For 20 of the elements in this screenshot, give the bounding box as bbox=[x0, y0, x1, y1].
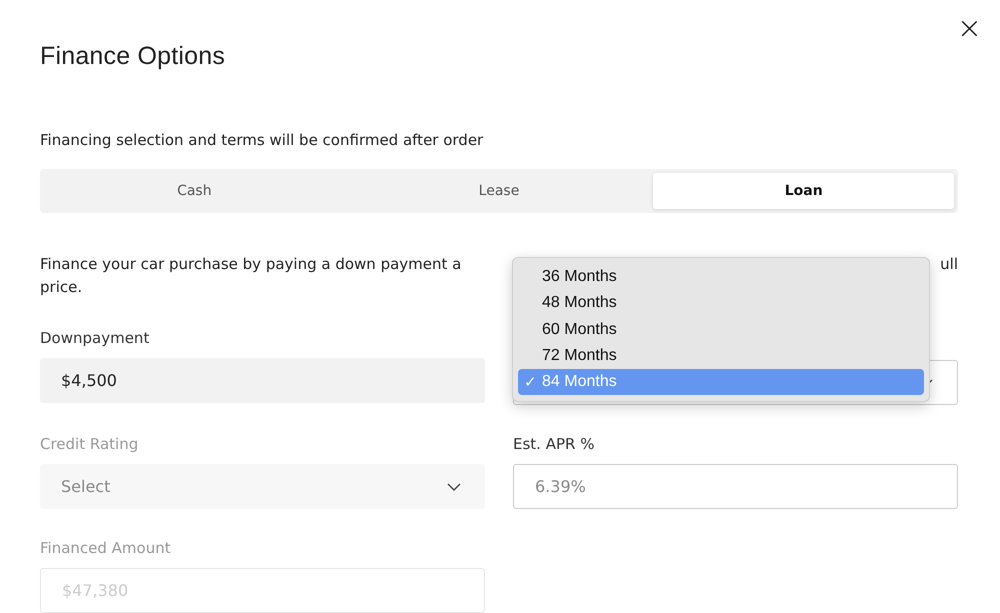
input-field[interactable]: 6.39% bbox=[513, 464, 958, 509]
menu-option[interactable]: 60 Months bbox=[518, 316, 924, 343]
description-text: price. bbox=[40, 278, 82, 296]
close-button[interactable]: × bbox=[954, 14, 984, 44]
dialog-title: Finance Options bbox=[40, 41, 226, 71]
notice-text: Financing selection and terms will be confirmed after order bbox=[40, 131, 484, 149]
menu-option[interactable]: 48 Months bbox=[518, 290, 924, 317]
description-text: ull bbox=[940, 254, 958, 275]
tab[interactable]: Cash bbox=[44, 173, 345, 209]
menu-option[interactable]: 72 Months bbox=[518, 342, 924, 370]
field-label: Downpayment bbox=[40, 329, 150, 347]
field-label: Credit Rating bbox=[40, 435, 140, 453]
tab[interactable]: Lease bbox=[348, 173, 650, 209]
field-label: Financed Amount bbox=[40, 539, 172, 557]
tab[interactable]: Loan bbox=[653, 173, 954, 209]
chevron-down-icon bbox=[447, 482, 461, 490]
menu-option[interactable]: 36 Months bbox=[518, 264, 924, 290]
field-label: Est. APR % bbox=[513, 435, 596, 453]
description-text: Finance your car purchase by paying a down payment a bbox=[40, 254, 462, 275]
input-field[interactable]: $4,500 bbox=[40, 358, 485, 403]
